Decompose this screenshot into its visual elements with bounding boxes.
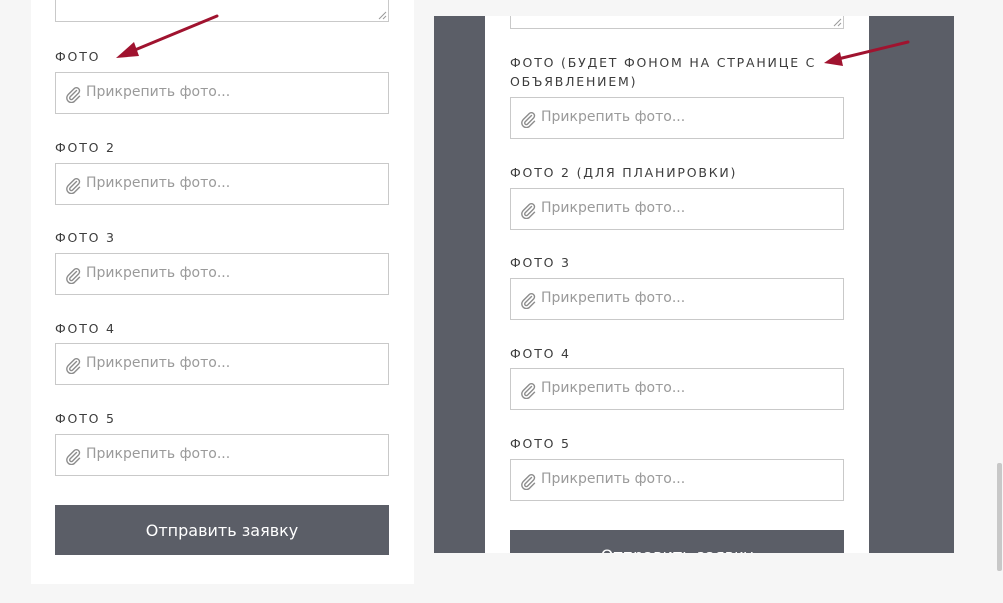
photo-5-file-input[interactable]: Прикрепить фото...: [510, 459, 844, 501]
photo-4-label: ФОТО 4: [55, 321, 116, 336]
file-input-placeholder: Прикрепить фото...: [86, 265, 231, 281]
file-input-placeholder: Прикрепить фото...: [86, 175, 231, 191]
photo-2-plan-label: ФОТО 2 (ДЛЯ ПЛАНИРОВКИ): [510, 165, 738, 180]
red-arrow-icon: [824, 40, 910, 66]
photo-5-label: ФОТО 5: [55, 411, 116, 426]
photo-background-label-line2: ОБЪЯВЛЕНИЕМ): [510, 74, 638, 89]
photo-5-file-input[interactable]: Прикрепить фото...: [55, 434, 389, 476]
paperclip-icon: [65, 356, 81, 374]
file-input-placeholder: Прикрепить фото...: [86, 84, 231, 100]
file-input-placeholder: Прикрепить фото...: [86, 446, 231, 462]
description-textarea[interactable]: [510, 16, 844, 29]
photo-3-label: ФОТО 3: [55, 230, 116, 245]
paperclip-icon: [65, 176, 81, 194]
photo-1-file-input[interactable]: Прикрепить фото...: [55, 72, 389, 114]
paperclip-icon: [520, 110, 536, 128]
photo-3-label: ФОТО 3: [510, 255, 571, 270]
resize-handle-icon[interactable]: [833, 18, 842, 27]
paperclip-icon: [65, 85, 81, 103]
photo-2-file-input[interactable]: Прикрепить фото...: [55, 163, 389, 205]
file-input-placeholder: Прикрепить фото...: [541, 200, 686, 216]
paperclip-icon: [65, 266, 81, 284]
photo-4-file-input[interactable]: Прикрепить фото...: [510, 368, 844, 410]
photo-4-file-input[interactable]: Прикрепить фото...: [55, 343, 389, 385]
photo-2-plan-file-input[interactable]: Прикрепить фото...: [510, 188, 844, 230]
paperclip-icon: [65, 447, 81, 465]
paperclip-icon: [520, 381, 536, 399]
photo-2-label: ФОТО 2: [55, 140, 116, 155]
file-input-placeholder: Прикрепить фото...: [541, 290, 686, 306]
paperclip-icon: [520, 472, 536, 490]
photo-3-file-input[interactable]: Прикрепить фото...: [510, 278, 844, 320]
file-input-placeholder: Прикрепить фото...: [541, 109, 686, 125]
right-form-panel: ФОТО (БУДЕТ ФОНОМ НА СТРАНИЦЕ С ОБЪЯВЛЕН…: [485, 16, 869, 553]
photo-background-label-line1: ФОТО (БУДЕТ ФОНОМ НА СТРАНИЦЕ С: [510, 55, 817, 70]
paperclip-icon: [520, 201, 536, 219]
resize-handle-icon[interactable]: [378, 11, 387, 20]
photo-4-label: ФОТО 4: [510, 346, 571, 361]
page-scrollbar-thumb[interactable]: [997, 463, 1002, 571]
submit-request-button[interactable]: Отправить заявку: [55, 505, 389, 555]
file-input-placeholder: Прикрепить фото...: [541, 380, 686, 396]
photo-5-label: ФОТО 5: [510, 436, 571, 451]
paperclip-icon: [520, 291, 536, 309]
red-arrow-icon: [116, 14, 219, 58]
file-input-placeholder: Прикрепить фото...: [541, 471, 686, 487]
file-input-placeholder: Прикрепить фото...: [86, 355, 231, 371]
submit-request-button[interactable]: Отправить заявку: [510, 530, 844, 553]
right-form-frame: ФОТО (БУДЕТ ФОНОМ НА СТРАНИЦЕ С ОБЪЯВЛЕН…: [434, 16, 954, 553]
photo-background-label: ФОТО (БУДЕТ ФОНОМ НА СТРАНИЦЕ С ОБЪЯВЛЕН…: [510, 53, 816, 91]
left-form-panel: ФОТО Прикрепить фото... ФОТО 2 Прикрепит…: [31, 0, 414, 584]
photo-background-file-input[interactable]: Прикрепить фото...: [510, 97, 844, 139]
photo-3-file-input[interactable]: Прикрепить фото...: [55, 253, 389, 295]
photo-1-label: ФОТО: [55, 49, 101, 64]
